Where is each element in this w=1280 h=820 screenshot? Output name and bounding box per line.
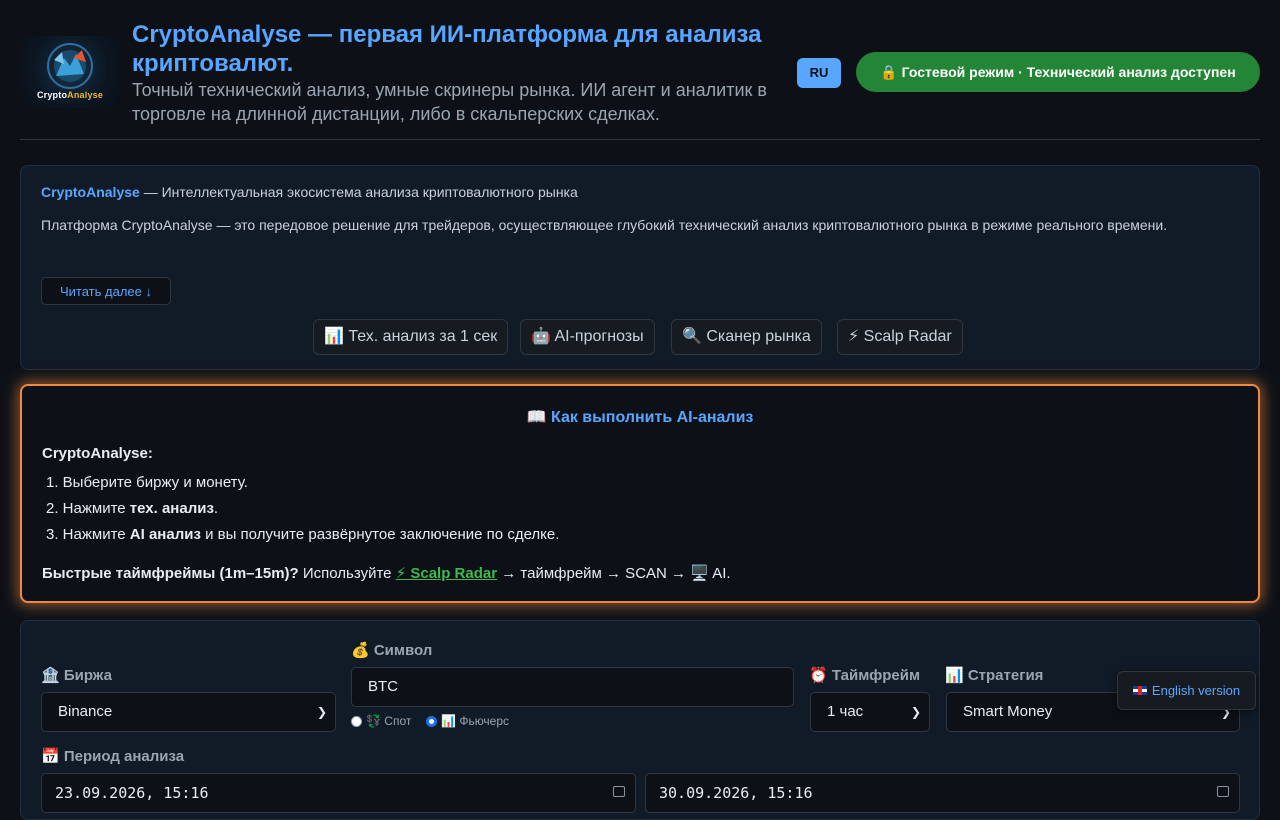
feature-chip-tech-analysis[interactable]: 📊 Тех. анализ за 1 сек [313,319,509,355]
logo-text: CryptoAnalyse [36,90,104,100]
howto-card: 📖 Как выполнить AI-анализ CryptoAnalyse:… [20,384,1260,603]
howto-title: 📖 Как выполнить AI-анализ [526,409,754,426]
english-version-button[interactable]: English version [1117,671,1256,710]
uk-flag-icon [1132,686,1147,695]
intro-lead: CryptoAnalyse — Интеллектуальная экосист… [41,184,578,200]
howto-step-2: 2. Нажмите тех. анализ. [46,500,219,517]
logo[interactable]: CryptoAnalyse [20,36,120,108]
calendar-icon[interactable] [613,786,625,797]
timeframe-select[interactable]: 1 час ❯ [810,692,930,732]
exchange-select[interactable]: Binance ❯ [41,692,336,732]
futures-radio-label[interactable]: 📊 Фьючерс [441,714,509,728]
feature-chip-scalp-radar[interactable]: ⚡ Scalp Radar [837,319,963,355]
futures-radio[interactable] [426,716,438,727]
feature-chip-market-scanner[interactable]: 🔍 Сканер рынка [671,319,822,355]
symbol-input[interactable]: BTC [351,667,794,707]
read-more-button[interactable]: Читать далее ↓ [41,277,171,305]
howto-brand-label: CryptoAnalyse: [42,445,153,462]
calendar-icon[interactable] [1217,786,1229,797]
chevron-down-icon: ❯ [316,705,327,719]
feature-chip-ai-forecasts[interactable]: 🤖 AI-прогнозы [520,319,655,355]
symbol-label: 💰 Символ [351,642,433,659]
guest-mode-badge[interactable]: 🔒 Гостевой режим · Технический анализ до… [856,52,1260,92]
exchange-label: 🏦 Биржа [41,667,112,684]
scalp-radar-link[interactable]: ⚡ Scalp Radar [396,565,497,582]
howto-step-1: 1. Выберите биржу и монету. [46,474,248,491]
header: CryptoAnalyse CryptoAnalyse — первая ИИ-… [20,20,1260,140]
strategy-label: 📊 Стратегия [945,667,1044,684]
intro-brand: CryptoAnalyse [41,184,140,200]
page-subtitle: Точный технический анализ, умные скринер… [132,80,767,124]
chevron-down-icon: ❯ [910,705,921,719]
period-to-input[interactable]: 30.09.2026, 15:16 [645,773,1240,813]
howto-step-3: 3. Нажмите AI анализ и вы получите развё… [46,526,560,543]
howto-quick-tip: Быстрые таймфреймы (1m–15m)? Используйте… [42,565,731,582]
language-switch-button[interactable]: RU [797,58,841,88]
period-label: 📅 Период анализа [41,748,185,765]
intro-description: Платформа CryptoAnalyse — это передовое … [41,217,1168,233]
intro-card: CryptoAnalyse — Интеллектуальная экосист… [20,165,1260,370]
analysis-form: 🏦 Биржа Binance ❯ 💰 Символ BTC 💱 Спот 📊 Ф… [20,620,1260,820]
quick-tip-bold: Быстрые таймфреймы (1m–15m)? [42,565,299,582]
intro-lead-text: — Интеллектуальная экосистема анализа кр… [139,184,578,200]
market-type-radios: 💱 Спот 📊 Фьючерс [351,714,509,728]
page-title: CryptoAnalyse — первая ИИ-платформа для … [132,21,762,77]
spot-radio-label[interactable]: 💱 Спот [366,714,411,728]
period-from-input[interactable]: 23.09.2026, 15:16 [41,773,636,813]
timeframe-label: ⏰ Таймфрейм [809,667,921,684]
spot-radio[interactable] [351,716,362,727]
